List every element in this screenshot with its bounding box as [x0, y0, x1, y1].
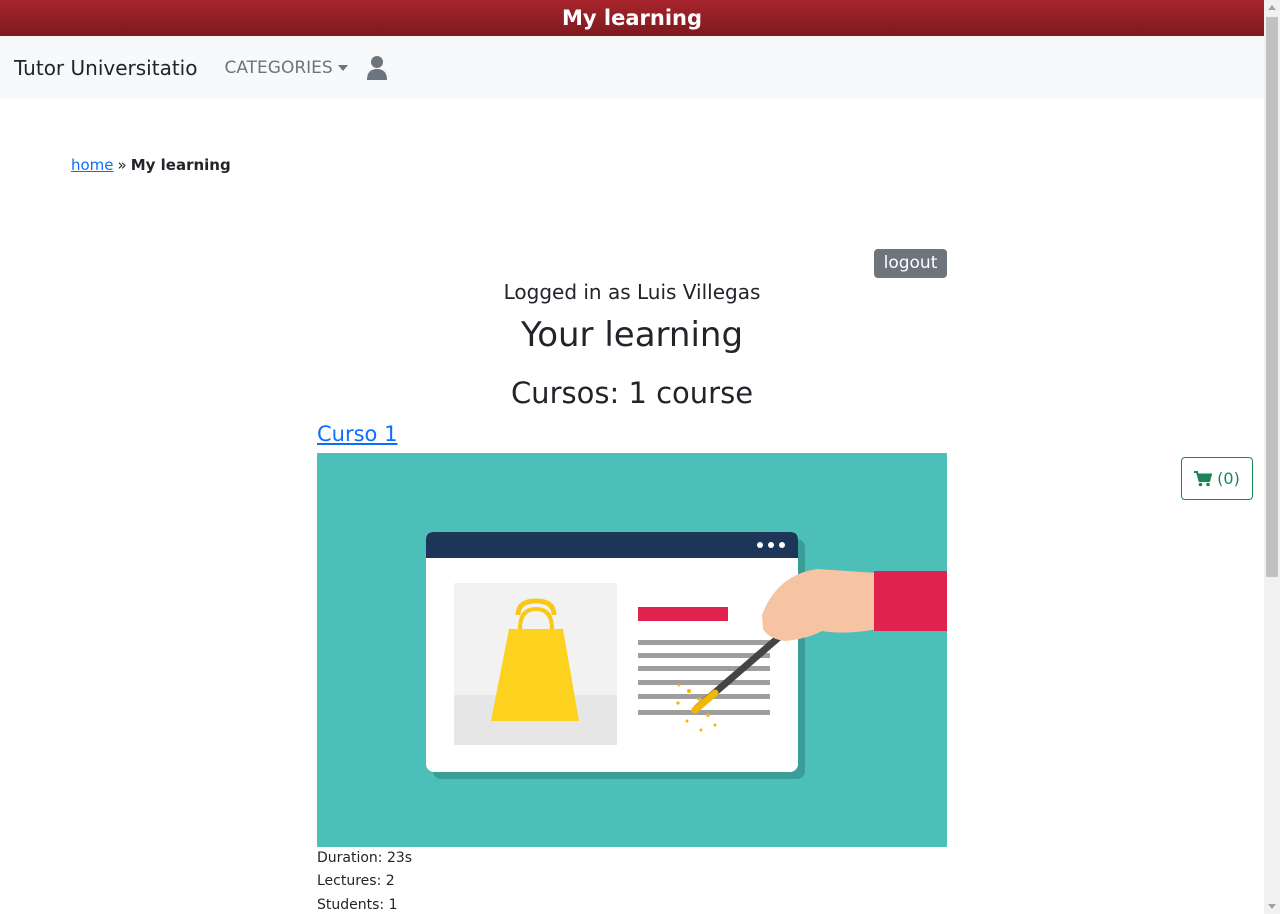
categories-dropdown[interactable]: CATEGORIES: [224, 57, 348, 78]
breadcrumb-current: My learning: [130, 156, 231, 174]
course-count-heading: Cursos: 1 course: [510, 376, 754, 410]
scrollbar[interactable]: [1264, 0, 1280, 914]
scroll-up-icon[interactable]: [1268, 5, 1276, 10]
course-lectures: Lectures: 2: [317, 873, 395, 889]
page-heading: Your learning: [520, 315, 744, 355]
cart-icon: [1194, 470, 1213, 486]
course-thumbnail[interactable]: [317, 453, 947, 847]
window-title: My learning: [0, 0, 1264, 36]
categories-label: CATEGORIES: [224, 57, 333, 78]
breadcrumb: home» My learning: [71, 156, 231, 174]
caret-down-icon: [337, 64, 348, 71]
breadcrumb-home-link[interactable]: home: [71, 156, 114, 174]
cart-button[interactable]: (0): [1181, 457, 1253, 500]
cart-count: (0): [1217, 469, 1240, 488]
scrollbar-thumb[interactable]: [1266, 17, 1278, 577]
course-title-link[interactable]: Curso 1: [317, 422, 397, 446]
user-icon[interactable]: [366, 55, 388, 81]
logout-button[interactable]: logout: [874, 249, 947, 278]
logged-in-text: Logged in as Luis Villegas: [503, 280, 761, 304]
navbar: Tutor Universitatio CATEGORIES: [0, 36, 1264, 99]
brand-link[interactable]: Tutor Universitatio: [14, 56, 197, 80]
course-students: Students: 1: [317, 897, 398, 913]
breadcrumb-separator: »: [117, 156, 127, 174]
scroll-down-icon[interactable]: [1268, 904, 1276, 909]
course-duration: Duration: 23s: [317, 850, 413, 866]
